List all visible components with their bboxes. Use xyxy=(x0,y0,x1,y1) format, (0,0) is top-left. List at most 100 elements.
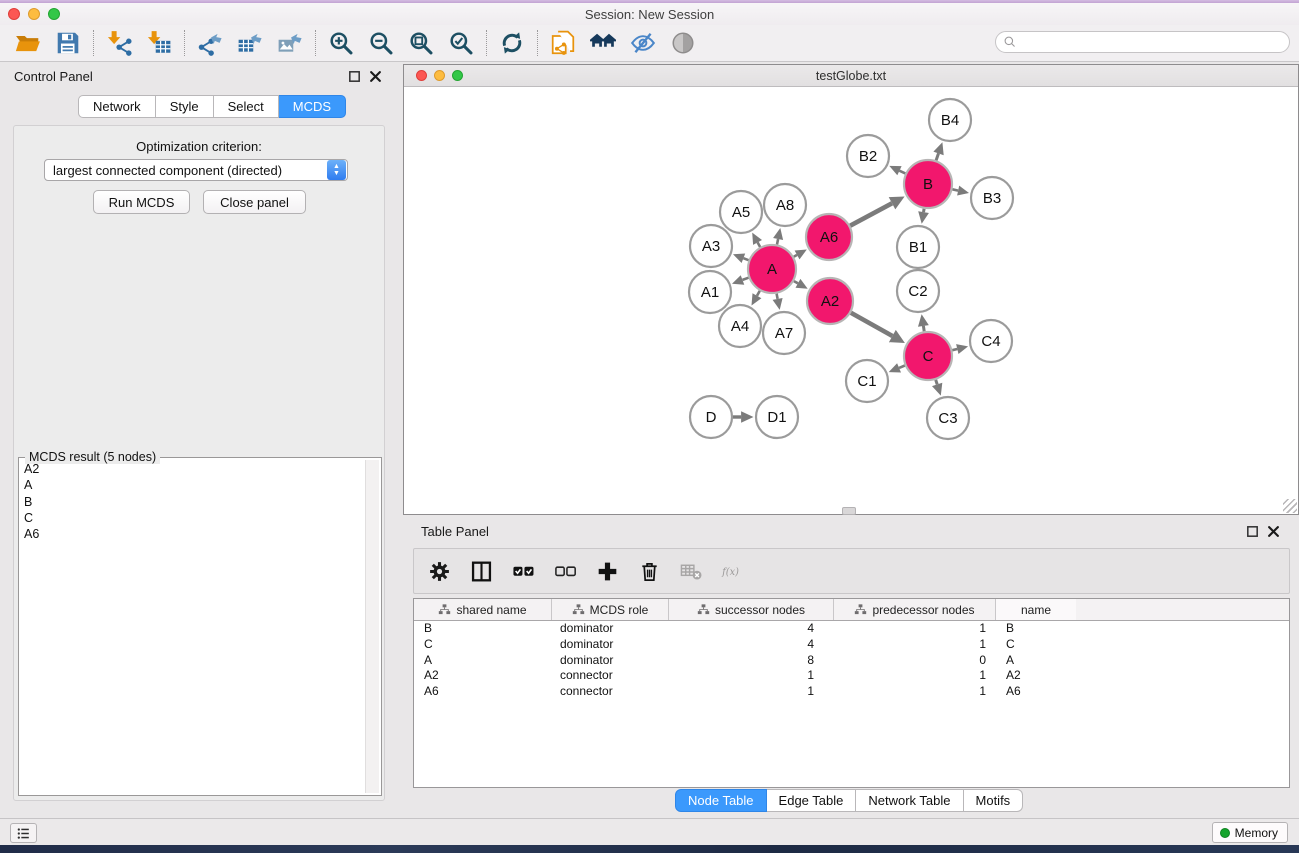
table-row[interactable]: A6connector11A6 xyxy=(414,684,1289,700)
first-neighbors-button[interactable] xyxy=(583,27,623,59)
select-all-rows-button[interactable] xyxy=(510,558,536,584)
column-header-shared-name[interactable]: shared name xyxy=(414,599,552,620)
tab-network[interactable]: Network xyxy=(78,95,156,118)
new-network-from-selection-button[interactable] xyxy=(543,27,583,59)
table-cell[interactable]: 1 xyxy=(834,637,996,653)
network-graph[interactable]: B4B2BB3A5A8A6B1A3AC2A1A2A4A7C4CC1C3DD1 xyxy=(404,87,1298,514)
table-cell[interactable]: 1 xyxy=(834,668,996,684)
graph-edge-C-C3[interactable] xyxy=(932,380,942,396)
graph-node-A3[interactable]: A3 xyxy=(690,225,732,267)
result-scrollbar[interactable] xyxy=(365,460,379,793)
graph-node-A2[interactable]: A2 xyxy=(807,278,853,324)
network-canvas[interactable]: B4B2BB3A5A8A6B1A3AC2A1A2A4A7C4CC1C3DD1 xyxy=(404,87,1298,514)
column-header-MCDS-role[interactable]: MCDS role xyxy=(552,599,669,620)
clear-selection-button[interactable] xyxy=(552,558,578,584)
network-window-titlebar[interactable]: testGlobe.txt xyxy=(404,65,1298,87)
graph-node-A6[interactable]: A6 xyxy=(806,214,852,260)
graph-edge-A-A8[interactable] xyxy=(773,228,783,245)
table-cell[interactable]: 4 xyxy=(669,621,834,637)
table-cell[interactable]: 8 xyxy=(669,653,834,669)
graph-edge-A-A1[interactable] xyxy=(732,275,749,285)
table-row[interactable]: A2connector11A2 xyxy=(414,668,1289,684)
criterion-select[interactable]: largest connected component (directed) ▲… xyxy=(44,159,348,181)
tab-style[interactable]: Style xyxy=(156,95,214,118)
tab-edge-table[interactable]: Edge Table xyxy=(767,789,857,812)
tab-mcds[interactable]: MCDS xyxy=(279,95,346,118)
column-header-predecessor-nodes[interactable]: predecessor nodes xyxy=(834,599,996,620)
graph-edge-C-C2[interactable] xyxy=(918,314,929,331)
save-session-button[interactable] xyxy=(48,27,88,59)
graph-node-B1[interactable]: B1 xyxy=(897,226,939,268)
column-header-successor-nodes[interactable]: successor nodes xyxy=(669,599,834,620)
table-cell[interactable]: B xyxy=(414,621,552,637)
tab-motifs[interactable]: Motifs xyxy=(964,789,1024,812)
table-cell[interactable]: connector xyxy=(552,668,669,684)
mcds-result-item[interactable]: A2 xyxy=(21,461,364,477)
graph-node-A8[interactable]: A8 xyxy=(764,184,806,226)
graph-node-A1[interactable]: A1 xyxy=(689,271,731,313)
run-mcds-button[interactable]: Run MCDS xyxy=(93,190,190,214)
open-session-button[interactable] xyxy=(8,27,48,59)
resize-grip[interactable] xyxy=(1283,499,1297,513)
zoom-selected-button[interactable] xyxy=(441,27,481,59)
graph-node-A[interactable]: A xyxy=(748,245,796,293)
graph-node-C2[interactable]: C2 xyxy=(897,270,939,312)
table-mode-button[interactable] xyxy=(468,558,494,584)
mcds-result-item[interactable]: C xyxy=(21,510,364,526)
graph-edge-A-A4[interactable] xyxy=(752,291,762,306)
export-table-button[interactable] xyxy=(230,27,270,59)
graph-edge-D-D1[interactable] xyxy=(733,411,754,423)
table-cell[interactable]: 1 xyxy=(834,621,996,637)
graph-edge-A2-C[interactable] xyxy=(851,313,905,343)
graph-edge-B-B1[interactable] xyxy=(918,209,929,224)
column-header-name[interactable]: name xyxy=(996,599,1076,620)
graph-node-D1[interactable]: D1 xyxy=(756,396,798,438)
table-cell[interactable]: C xyxy=(414,637,552,653)
import-table-button[interactable] xyxy=(139,27,179,59)
tab-select[interactable]: Select xyxy=(214,95,279,118)
export-network-button[interactable] xyxy=(190,27,230,59)
graph-edge-A-A7[interactable] xyxy=(773,294,783,310)
table-row[interactable]: Adominator80A xyxy=(414,653,1289,669)
graph-node-C3[interactable]: C3 xyxy=(927,397,969,439)
table-cell[interactable]: dominator xyxy=(552,621,669,637)
table-cell[interactable]: A xyxy=(996,653,1076,669)
mcds-result-item[interactable]: A xyxy=(21,477,364,493)
close-panel-icon[interactable] xyxy=(368,69,383,84)
zoom-fit-button[interactable] xyxy=(401,27,441,59)
memory-button[interactable]: Memory xyxy=(1212,822,1288,843)
task-history-button[interactable] xyxy=(10,823,37,843)
table-cell[interactable]: B xyxy=(996,621,1076,637)
graph-node-B2[interactable]: B2 xyxy=(847,135,889,177)
close-panel-icon[interactable] xyxy=(1266,524,1281,539)
graph-edge-B-B4[interactable] xyxy=(933,142,943,160)
graph-edge-B-B2[interactable] xyxy=(889,166,905,175)
graph-node-C[interactable]: C xyxy=(904,332,952,380)
table-cell[interactable]: A6 xyxy=(414,684,552,700)
table-cell[interactable]: dominator xyxy=(552,637,669,653)
show-hide-button[interactable] xyxy=(663,27,703,59)
graph-edge-C-C4[interactable] xyxy=(952,344,968,354)
table-cell[interactable]: A xyxy=(414,653,552,669)
table-cell[interactable]: 1 xyxy=(669,668,834,684)
search-field[interactable] xyxy=(995,31,1290,53)
table-cell[interactable]: 4 xyxy=(669,637,834,653)
table-cell[interactable]: 1 xyxy=(834,684,996,700)
mcds-result-item[interactable]: A6 xyxy=(21,526,364,542)
graph-edge-A6-B[interactable] xyxy=(850,197,904,226)
graph-edge-B-B3[interactable] xyxy=(952,186,969,196)
table-cell[interactable]: A6 xyxy=(996,684,1076,700)
table-settings-button[interactable] xyxy=(426,558,452,584)
export-image-button[interactable] xyxy=(270,27,310,59)
import-network-button[interactable] xyxy=(99,27,139,59)
table-cell[interactable]: C xyxy=(996,637,1076,653)
close-panel-button[interactable]: Close panel xyxy=(203,190,306,214)
float-panel-icon[interactable] xyxy=(347,69,362,84)
graph-node-A5[interactable]: A5 xyxy=(720,191,762,233)
graph-node-C1[interactable]: C1 xyxy=(846,360,888,402)
graph-node-D[interactable]: D xyxy=(690,396,732,438)
toggle-graphics-details-button[interactable] xyxy=(623,27,663,59)
apply-layout-button[interactable] xyxy=(492,27,532,59)
graph-node-A4[interactable]: A4 xyxy=(719,305,761,347)
delete-column-button[interactable] xyxy=(636,558,662,584)
